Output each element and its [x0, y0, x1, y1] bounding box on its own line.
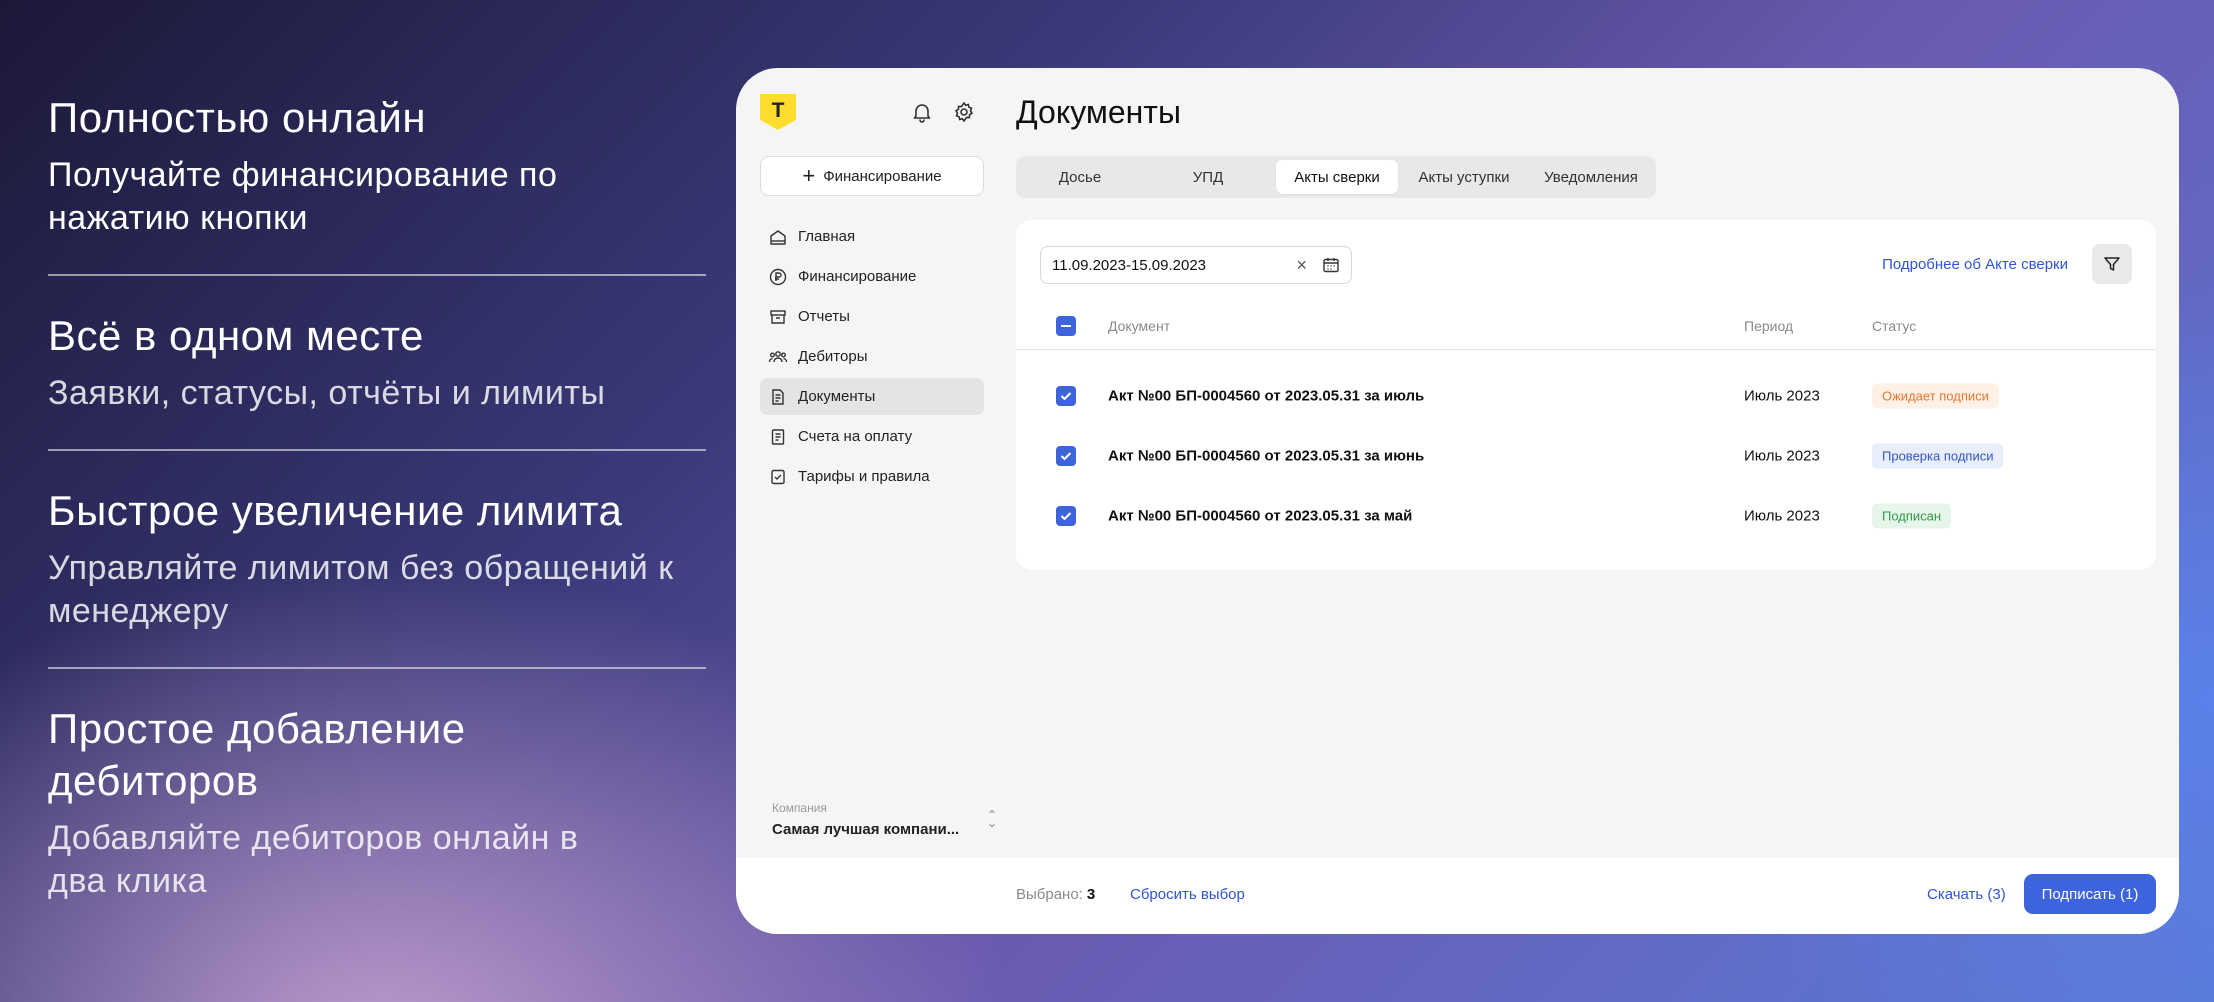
people-icon [768, 350, 788, 362]
close-icon[interactable]: × [1296, 255, 1307, 276]
sidebar-nav: Главная Финансирование Отчеты Дебиторы Д… [760, 218, 984, 498]
add-financing-label: Финансирование [823, 167, 942, 185]
sidebar-item-label: Финансирование [798, 268, 917, 285]
sidebar-item-label: Счета на оплату [798, 428, 913, 445]
document-tabs: Досье УПД Акты сверки Акты уступки Уведо… [1016, 156, 1656, 198]
rules-icon [771, 469, 785, 484]
more-about-act-link[interactable]: Подробнее об Акте сверки [1882, 256, 2068, 273]
document-period: Июль 2023 [1744, 387, 1820, 405]
feature-title: Полностью онлайн [48, 94, 427, 141]
document-period: Июль 2023 [1744, 447, 1820, 465]
sidebar-item-home[interactable]: Главная [760, 218, 984, 255]
gear-icon[interactable] [952, 100, 976, 124]
date-range-value: 11.09.2023-15.09.2023 [1052, 256, 1207, 274]
tab-reconciliation-acts[interactable]: Акты сверки [1276, 160, 1398, 194]
company-name: Самая лучшая компани... [772, 821, 960, 838]
archive-icon [770, 309, 786, 324]
invoice-icon [771, 428, 785, 445]
table-row[interactable]: Акт №00 БП-0004560 от 2023.05.31 за май … [1016, 486, 2156, 546]
sidebar-item-tariffs[interactable]: Тарифы и правила [760, 458, 984, 495]
feature-title: Простое добавление дебиторов [48, 705, 466, 804]
company-selector[interactable]: Компания Самая лучшая компани... ⌃ ⌄ [772, 801, 997, 838]
calendar-icon[interactable] [1321, 255, 1341, 275]
select-all-checkbox[interactable] [1056, 315, 1076, 336]
selected-info: Выбрано: 3 [1016, 886, 1095, 903]
table-header: Документ Период Статус [1016, 302, 2156, 350]
status-badge: Подписан [1872, 503, 1952, 529]
sidebar-item-financing[interactable]: Финансирование [760, 258, 984, 295]
check-icon [1060, 452, 1072, 461]
features-list: Полностью онлайн Получайте финансировани… [48, 92, 706, 903]
ruble-icon [769, 268, 787, 285]
add-financing-button[interactable]: + Финансирование [760, 156, 984, 196]
selected-count: 3 [1086, 886, 1096, 903]
tab-dossier[interactable]: Досье [1020, 160, 1140, 194]
feature-item: Быстрое увеличение лимита Управляйте лим… [48, 449, 706, 667]
sidebar-item-label: Главная [798, 228, 856, 245]
page-title: Документы [1016, 94, 1181, 130]
logo[interactable]: Т [760, 94, 796, 130]
feature-text: Получайте финансирование по нажатию кноп… [48, 156, 558, 237]
feature-item: Всё в одном месте Заявки, статусы, отчёт… [48, 274, 706, 449]
sidebar: Т + Финансирование Главная Финансировани [736, 68, 1006, 858]
feature-title: Быстрое увеличение лимита [48, 487, 623, 534]
filter-icon [2104, 257, 2120, 271]
home-icon [770, 229, 786, 245]
column-header-document: Документ [1108, 317, 1171, 334]
sidebar-item-label: Отчеты [798, 308, 850, 325]
feature-text: Добавляйте дебиторов онлайн в два клика [48, 819, 579, 900]
sidebar-item-label: Тарифы и правила [798, 468, 930, 485]
tab-upd[interactable]: УПД [1140, 160, 1276, 194]
column-header-period: Период [1744, 317, 1794, 334]
sidebar-item-label: Дебиторы [798, 348, 868, 365]
table-row[interactable]: Акт №00 БП-0004560 от 2023.05.31 за июль… [1016, 366, 2156, 426]
filter-button[interactable] [2092, 244, 2132, 284]
status-badge: Проверка подписи [1872, 443, 2004, 469]
column-header-status: Статус [1872, 317, 1917, 334]
check-icon [1060, 392, 1072, 401]
document-period: Июль 2023 [1744, 507, 1820, 525]
plus-icon: + [802, 163, 816, 188]
documents-card: 11.09.2023-15.09.2023 × Подробнее об Акт… [1016, 220, 2156, 570]
document-name[interactable]: Акт №00 БП-0004560 от 2023.05.31 за май [1108, 508, 1412, 525]
selected-label: Выбрано: [1016, 886, 1083, 903]
feature-text: Управляйте лимитом без обращений к менед… [48, 549, 674, 630]
date-range-input[interactable]: 11.09.2023-15.09.2023 × [1040, 246, 1352, 284]
sidebar-item-debtors[interactable]: Дебиторы [760, 338, 984, 375]
tab-notifications[interactable]: Уведомления [1530, 160, 1652, 194]
document-name[interactable]: Акт №00 БП-0004560 от 2023.05.31 за июль [1108, 388, 1424, 405]
document-name[interactable]: Акт №00 БП-0004560 от 2023.05.31 за июнь [1108, 448, 1424, 465]
sidebar-item-documents[interactable]: Документы [760, 378, 984, 415]
bell-icon[interactable] [910, 100, 934, 124]
chevron-up-down-icon: ⌃ ⌄ [986, 808, 997, 830]
selection-footer: Выбрано: 3 Сбросить выбор Скачать (3) Под… [736, 858, 2179, 934]
minus-icon [1061, 324, 1071, 327]
reset-selection-link[interactable]: Сбросить выбор [1130, 886, 1245, 903]
sidebar-item-reports[interactable]: Отчеты [760, 298, 984, 335]
sidebar-item-invoices[interactable]: Счета на оплату [760, 418, 984, 455]
download-button[interactable]: Скачать (3) [1927, 886, 2006, 903]
company-label: Компания [772, 801, 827, 815]
feature-item: Простое добавление дебиторов Добавляйте … [48, 667, 706, 903]
sign-button[interactable]: Подписать (1) [2024, 874, 2156, 914]
feature-text: Заявки, статусы, отчёты и лимиты [48, 374, 606, 412]
feature-item: Полностью онлайн Получайте финансировани… [48, 92, 706, 274]
row-checkbox[interactable] [1056, 506, 1076, 526]
sidebar-item-label: Документы [798, 388, 876, 405]
document-icon [772, 388, 784, 405]
tab-assignment-acts[interactable]: Акты уступки [1398, 160, 1530, 194]
status-badge: Ожидает подписи [1872, 383, 1999, 409]
app-window: Т + Финансирование Главная Финансировани [736, 68, 2179, 934]
table-row[interactable]: Акт №00 БП-0004560 от 2023.05.31 за июнь… [1016, 426, 2156, 486]
feature-title: Всё в одном месте [48, 312, 424, 359]
row-checkbox[interactable] [1056, 446, 1076, 466]
row-checkbox[interactable] [1056, 386, 1076, 406]
check-icon [1060, 512, 1072, 521]
